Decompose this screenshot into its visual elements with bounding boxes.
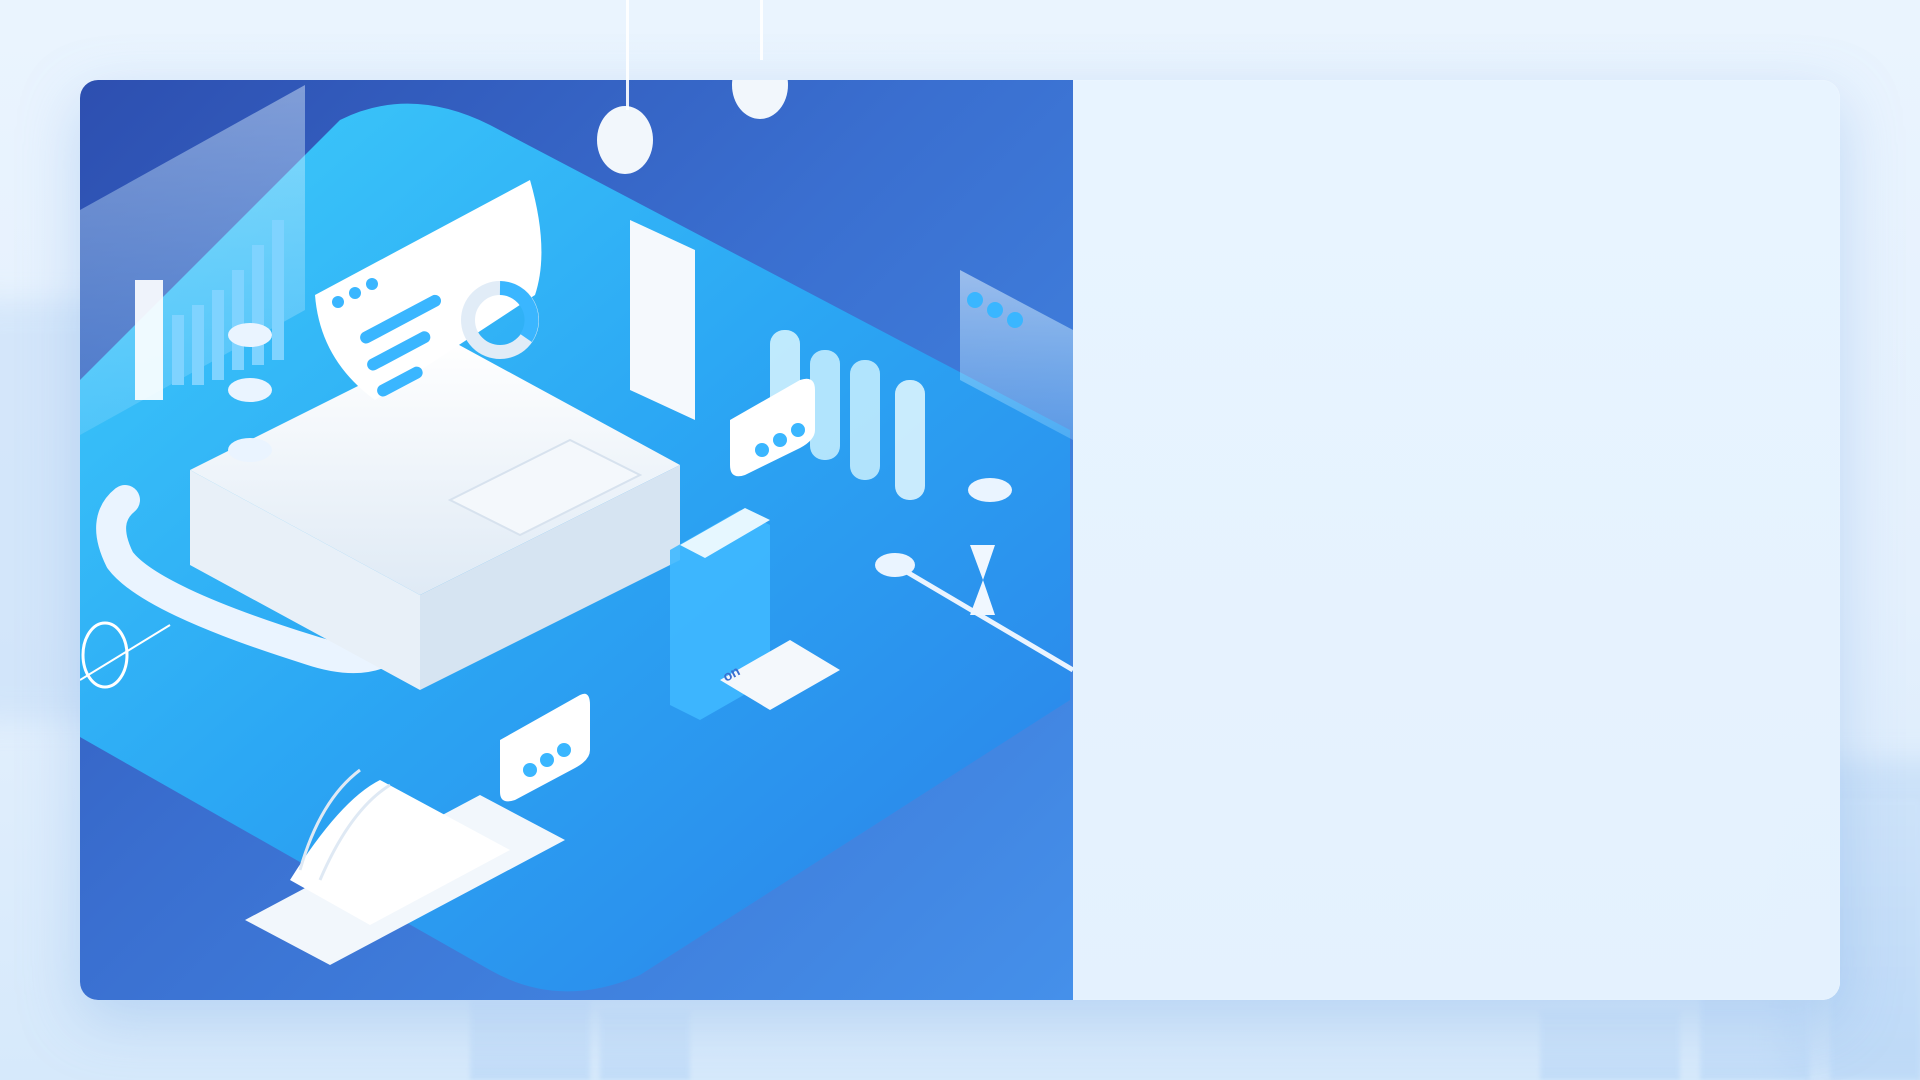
illustration-art: on <box>80 80 1073 992</box>
background-building <box>1830 800 1920 1080</box>
background-building <box>600 1010 690 1080</box>
isometric-illustration: on <box>80 80 1073 1000</box>
background-building <box>1540 1010 1680 1080</box>
content-panel <box>1073 80 1840 1000</box>
floating-disc <box>228 323 272 347</box>
hanging-wire <box>626 0 629 110</box>
floating-disc <box>228 378 272 402</box>
floating-disc <box>968 478 1012 502</box>
hero-card: on <box>80 80 1840 1000</box>
background-building <box>470 1000 590 1080</box>
background-building <box>1700 990 1810 1080</box>
hanging-wire <box>760 0 763 60</box>
floating-disc <box>228 438 272 462</box>
